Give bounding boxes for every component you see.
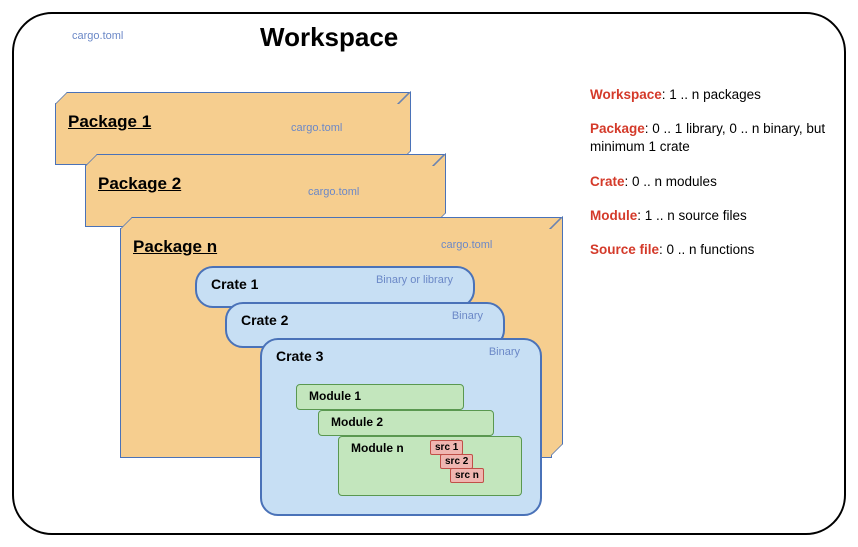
module-title: Module 2	[331, 415, 383, 429]
src-box-1: src 1	[430, 440, 463, 455]
src-label: src 2	[445, 456, 468, 467]
module-box-2: Module 2	[318, 410, 494, 436]
legend-crate: Crate: 0 .. n modules	[590, 173, 835, 191]
module-title: Module n	[351, 441, 404, 455]
crate-title: Crate 1	[211, 276, 258, 292]
legend-source: Source file: 0 .. n functions	[590, 241, 835, 259]
src-label: src 1	[435, 442, 458, 453]
src-label: src n	[455, 470, 479, 481]
module-box-1: Module 1	[296, 384, 464, 410]
package-title: Package n	[133, 237, 217, 257]
legend-desc: : 0 .. n functions	[659, 242, 754, 257]
box-3d-side	[399, 91, 411, 163]
legend-term: Source file	[590, 242, 659, 257]
package-title: Package 2	[98, 174, 181, 194]
legend-term: Workspace	[590, 87, 662, 102]
legend-module: Module: 1 .. n source files	[590, 207, 835, 225]
package-title: Package 1	[68, 112, 151, 132]
workspace-cargo-label: cargo.toml	[72, 30, 123, 42]
crate-type-label: Binary	[452, 310, 483, 322]
box-3d-top	[85, 154, 445, 166]
box-3d-side	[551, 216, 563, 456]
legend-term: Module	[590, 208, 637, 223]
package-cargo-label: cargo.toml	[308, 186, 359, 198]
legend-package: Package: 0 .. 1 library, 0 .. n binary, …	[590, 120, 835, 156]
legend-desc: : 1 .. n source files	[637, 208, 747, 223]
crate-title: Crate 3	[276, 348, 323, 364]
crate-type-label: Binary	[489, 346, 520, 358]
crate-type-label: Binary or library	[376, 274, 453, 286]
legend-workspace: Workspace: 1 .. n packages	[590, 86, 835, 104]
crate-title: Crate 2	[241, 312, 288, 328]
legend-desc: : 0 .. n modules	[625, 174, 717, 189]
src-box-n: src n	[450, 468, 484, 483]
box-3d-side	[434, 153, 446, 225]
diagram-canvas: Workspace cargo.toml Workspace: 1 .. n p…	[0, 0, 858, 547]
legend-desc: : 1 .. n packages	[662, 87, 761, 102]
src-box-2: src 2	[440, 454, 473, 469]
box-3d-top	[120, 217, 562, 229]
legend: Workspace: 1 .. n packages Package: 0 ..…	[590, 86, 835, 275]
package-cargo-label: cargo.toml	[291, 122, 342, 134]
module-title: Module 1	[309, 389, 361, 403]
box-3d-top	[55, 92, 410, 104]
package-cargo-label: cargo.toml	[441, 239, 492, 251]
workspace-title: Workspace	[260, 22, 398, 53]
legend-term: Package	[590, 121, 645, 136]
legend-term: Crate	[590, 174, 625, 189]
